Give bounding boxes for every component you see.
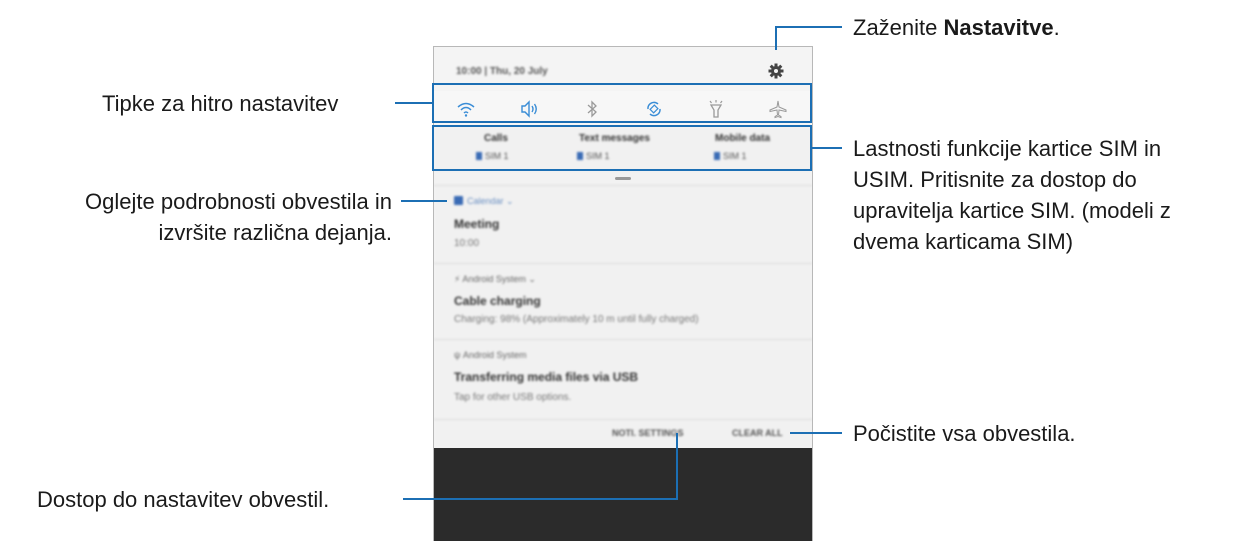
notification-charging[interactable]: ⚡ Android System ⌄ Cable charging Chargi…	[434, 263, 812, 339]
home-screen-background	[434, 448, 812, 541]
notification-text: 10:00	[454, 238, 480, 249]
notification-title: Meeting	[454, 217, 500, 231]
sim-calls-label: Calls	[484, 133, 508, 144]
sim-card-icon	[577, 152, 583, 160]
sim-card-icon	[476, 152, 482, 160]
airplane-icon[interactable]	[768, 99, 788, 119]
details-callout: Oglejte podrobnosti obvestila in izvršit…	[85, 189, 392, 245]
notification-app-name: Calendar ⌄	[454, 196, 514, 207]
notification-calendar[interactable]: Calendar ⌄ Meeting 10:00	[434, 185, 812, 263]
wifi-icon[interactable]	[456, 99, 476, 119]
notification-usb[interactable]: ψ Android System Transferring media file…	[434, 339, 812, 419]
notification-text: Tap for other USB options.	[454, 392, 572, 403]
sim-card-manager-row[interactable]: Calls SIM 1 Text messages SIM 1 Mobile d…	[434, 127, 812, 171]
flashlight-icon[interactable]	[706, 99, 726, 119]
status-time-date: 10:00 | Thu, 20 July	[456, 66, 548, 77]
gear-icon[interactable]	[768, 63, 784, 79]
status-bar: 10:00 | Thu, 20 July	[434, 47, 812, 91]
sim-text-messages-card: SIM 1	[577, 151, 610, 161]
settings-callout: Zaženite Nastavitve.	[853, 15, 1060, 40]
sim-calls-card: SIM 1	[476, 151, 509, 161]
panel-drag-handle[interactable]	[615, 177, 631, 180]
bluetooth-icon[interactable]	[582, 99, 602, 119]
notification-action-bar: NOTI. SETTINGS CLEAR ALL	[434, 419, 812, 448]
calendar-icon	[454, 196, 463, 205]
sim-mobile-data-label: Mobile data	[715, 133, 771, 144]
notification-panel-screenshot: 10:00 | Thu, 20 July Calls SIM 1 Text me…	[433, 46, 813, 541]
notification-settings-button[interactable]: NOTI. SETTINGS	[612, 428, 684, 438]
quick-settings-callout: Tipke za hitro nastavitev	[102, 91, 339, 116]
notification-app-name: ψ Android System	[454, 350, 527, 360]
auto-rotate-icon[interactable]	[644, 99, 664, 119]
sim-mobile-data-card: SIM 1	[714, 151, 747, 161]
sim-card-icon	[714, 152, 720, 160]
notif-settings-callout: Dostop do nastavitev obvestil.	[37, 487, 330, 512]
quick-settings-row	[434, 91, 812, 127]
sim-callout: Lastnosti funkcije kartice SIM in USIM. …	[853, 136, 1171, 254]
clear-all-callout: Počistite vsa obvestila.	[853, 421, 1076, 446]
notification-title: Cable charging	[454, 294, 541, 308]
notification-app-name: ⚡ Android System ⌄	[454, 274, 536, 284]
sound-icon[interactable]	[519, 99, 539, 119]
notification-text: Charging: 98% (Approximately 10 m until …	[454, 314, 699, 325]
clear-all-button[interactable]: CLEAR ALL	[732, 428, 783, 438]
sim-text-messages-label: Text messages	[579, 133, 650, 144]
notification-title: Transferring media files via USB	[454, 370, 639, 384]
